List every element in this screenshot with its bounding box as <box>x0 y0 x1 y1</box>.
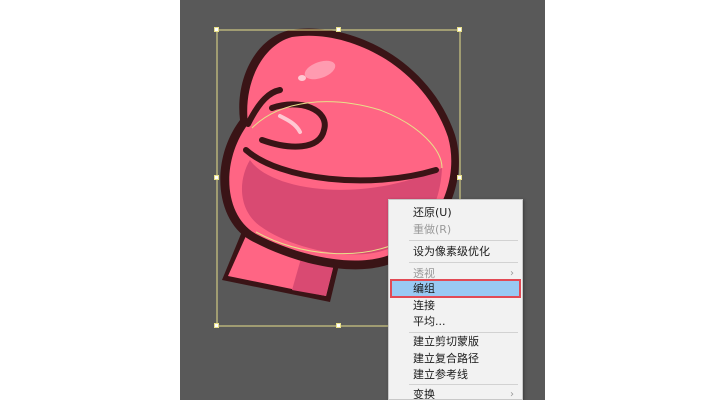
chevron-right-icon: › <box>510 389 514 400</box>
menu-item-transform-label: 变换 <box>413 388 435 400</box>
context-menu: 还原(U) 重做(R) 设为像素级优化 透视 › 编组 连接 平均... 建立剪… <box>388 199 523 400</box>
selection-handle-top-right[interactable] <box>457 27 462 32</box>
menu-item-make-clipping-mask[interactable]: 建立剪切蒙版 <box>391 333 520 350</box>
menu-item-join[interactable]: 连接 <box>391 297 520 314</box>
menu-item-pixel-optimize[interactable]: 设为像素级优化 <box>391 243 520 260</box>
menu-item-redo[interactable]: 重做(R) <box>391 221 520 238</box>
selection-handle-bottom-middle[interactable] <box>336 323 341 328</box>
selection-handle-middle-right[interactable] <box>457 175 462 180</box>
menu-item-undo[interactable]: 还原(U) <box>391 204 520 221</box>
menu-item-make-guides[interactable]: 建立参考线 <box>391 366 520 383</box>
menu-item-group[interactable]: 编组 <box>390 279 521 298</box>
menu-item-average[interactable]: 平均... <box>391 313 520 330</box>
menu-item-make-compound-path[interactable]: 建立复合路径 <box>391 350 520 367</box>
selection-handle-middle-left[interactable] <box>214 175 219 180</box>
selection-handle-bottom-left[interactable] <box>214 323 219 328</box>
menu-separator <box>409 384 518 385</box>
menu-item-perspective-label: 透视 <box>413 267 435 280</box>
menu-separator <box>409 240 518 241</box>
selection-handle-top-left[interactable] <box>214 27 219 32</box>
selection-handle-top-middle[interactable] <box>336 27 341 32</box>
menu-separator <box>409 262 518 263</box>
menu-item-transform[interactable]: 变换 › <box>391 386 520 400</box>
